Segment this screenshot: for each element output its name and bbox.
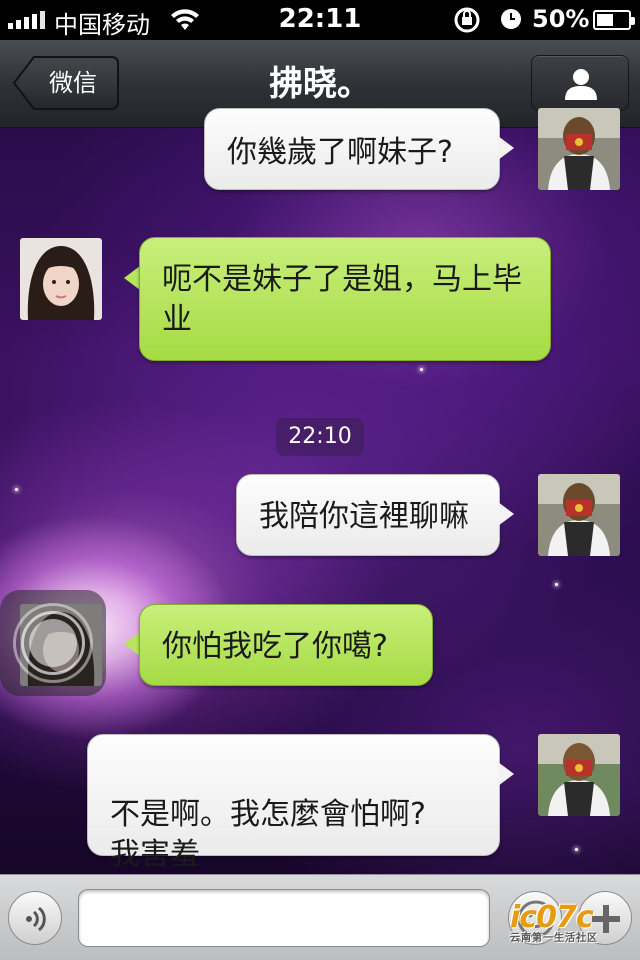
message-timestamp: 22:10 bbox=[276, 418, 364, 456]
battery-icon bbox=[593, 10, 635, 30]
message-text: 呃不是妹子了是姐，马上毕业 bbox=[162, 262, 522, 337]
message-input-bar bbox=[0, 874, 640, 960]
contact-avatar[interactable] bbox=[538, 734, 620, 816]
bubble-tail bbox=[124, 632, 140, 656]
plus-icon bbox=[592, 905, 620, 933]
contact-avatar[interactable] bbox=[538, 474, 620, 556]
emoji-button[interactable] bbox=[508, 891, 562, 945]
message-bubble-incoming[interactable]: 呃不是妹子了是姐，马上毕业 bbox=[139, 237, 551, 361]
star bbox=[420, 368, 423, 371]
smiley-icon bbox=[517, 900, 555, 938]
message-text: 我陪你這裡聊嘛 bbox=[259, 499, 469, 534]
contact-avatar[interactable] bbox=[538, 108, 620, 190]
bubble-tail bbox=[498, 502, 514, 526]
star bbox=[575, 848, 578, 851]
star bbox=[555, 583, 558, 586]
message-input[interactable] bbox=[78, 889, 490, 947]
self-avatar[interactable] bbox=[20, 238, 102, 320]
more-options-button[interactable] bbox=[578, 891, 632, 945]
status-bar: 中国移动 22:11 50% bbox=[0, 0, 640, 40]
message-bubble-incoming[interactable]: 你怕我吃了你噶? bbox=[139, 604, 433, 686]
message-text: 你幾歲了啊妹子? bbox=[227, 135, 453, 170]
voice-input-button[interactable] bbox=[8, 891, 62, 945]
bubble-tail bbox=[498, 136, 514, 160]
bubble-tail bbox=[124, 266, 140, 290]
alarm-icon bbox=[500, 8, 522, 36]
message-bubble-outgoing[interactable]: 我陪你這裡聊嘛 bbox=[236, 474, 500, 556]
battery-percent: 50% bbox=[532, 5, 590, 33]
message-bubble-outgoing[interactable]: 不是啊。我怎麼會怕啊? 我害羞 bbox=[87, 734, 500, 872]
bubble-tail bbox=[498, 762, 514, 786]
contact-profile-button[interactable] bbox=[531, 55, 629, 111]
voice-icon bbox=[26, 906, 46, 932]
person-icon bbox=[565, 69, 597, 100]
rotation-lock-icon bbox=[452, 6, 482, 40]
message-text: 你怕我吃了你噶? bbox=[162, 629, 388, 664]
assistive-touch-button[interactable] bbox=[0, 590, 106, 696]
star bbox=[15, 488, 18, 491]
message-bubble-outgoing[interactable]: 你幾歲了啊妹子? bbox=[204, 108, 500, 190]
